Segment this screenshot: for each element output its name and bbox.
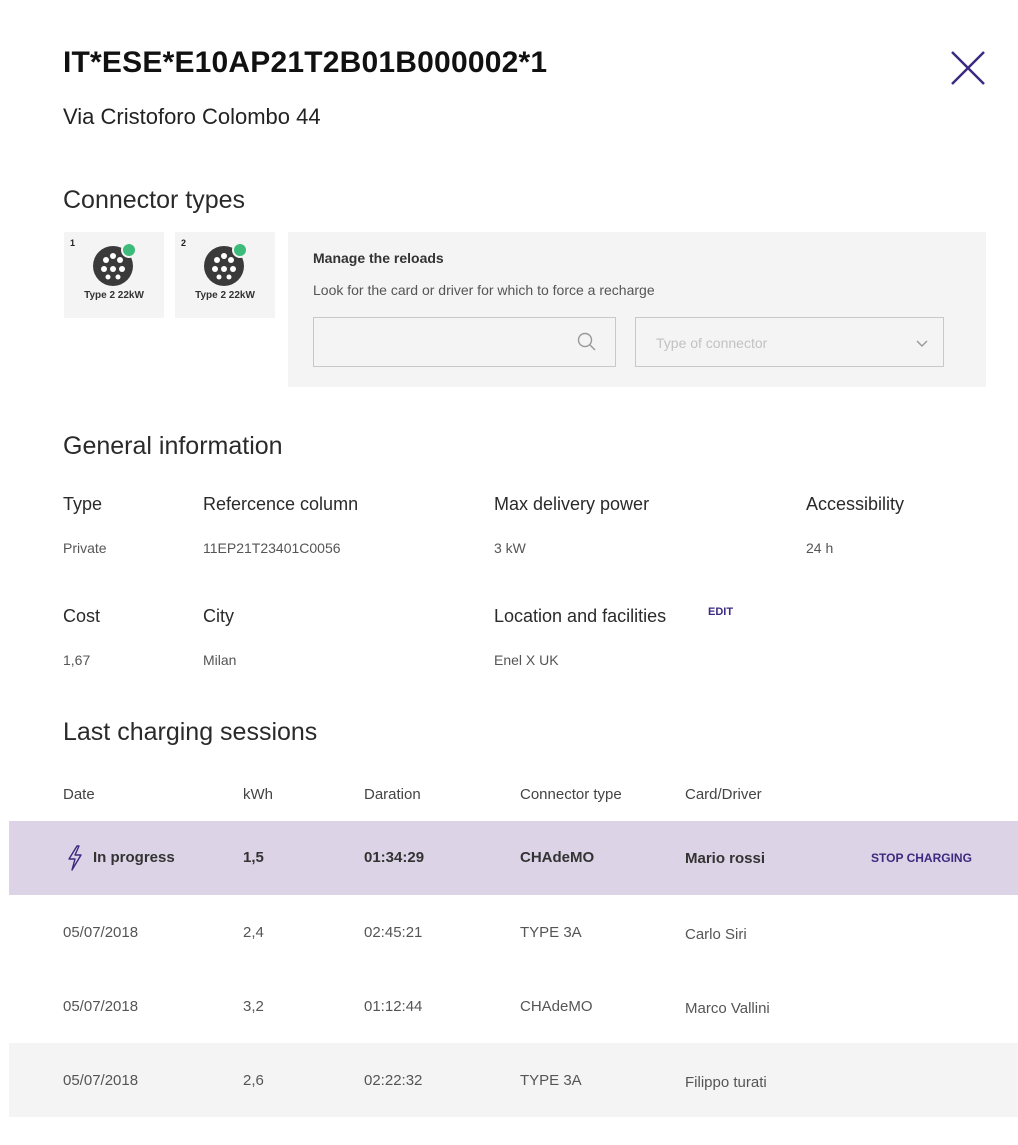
- session-driver: Marco Vallini: [685, 1000, 770, 1017]
- column-header-kwh: kWh: [243, 786, 273, 803]
- close-button[interactable]: [948, 48, 988, 88]
- session-duration: 02:22:32: [364, 1072, 423, 1089]
- type-value: Private: [63, 540, 107, 556]
- column-header-duration: Daration: [364, 786, 421, 803]
- session-row: 05/07/2018 3,2 01:12:44 CHAdeMO Marco Va…: [9, 969, 1018, 1043]
- session-row: 05/07/2018 2,4 02:45:21 TYPE 3A Carlo Si…: [9, 895, 1018, 969]
- charging-bolt-icon: [68, 845, 82, 871]
- charging-sessions-heading: Last charging sessions: [63, 718, 318, 746]
- session-connector: TYPE 3A: [520, 924, 582, 941]
- manage-reloads-title: Manage the reloads: [313, 250, 444, 266]
- connector-label: Type 2 22kW: [195, 290, 255, 301]
- session-kwh: 2,6: [243, 1072, 264, 1089]
- manage-reloads-description: Look for the card or driver for which to…: [313, 282, 655, 298]
- session-driver: Filippo turati: [685, 1074, 767, 1091]
- connector-card-1[interactable]: 1 Type 2 22kW: [64, 232, 164, 318]
- session-driver: Mario rossi: [685, 850, 766, 867]
- connector-label: Type 2 22kW: [84, 290, 144, 301]
- column-header-date: Date: [63, 786, 95, 803]
- session-duration: 01:34:29: [364, 849, 425, 866]
- connector-type-select[interactable]: Type of connector: [635, 317, 944, 367]
- session-status: In progress: [93, 849, 175, 866]
- session-duration: 02:45:21: [364, 924, 423, 941]
- search-icon: [577, 332, 596, 351]
- connector-types-heading: Connector types: [63, 186, 246, 214]
- type-label: Type: [63, 494, 103, 514]
- type2-plug-icon: [93, 242, 137, 286]
- session-connector: TYPE 3A: [520, 1072, 582, 1089]
- connector-type-placeholder: Type of connector: [656, 335, 768, 351]
- cost-value: 1,67: [63, 652, 91, 668]
- connector-number: 2: [181, 238, 187, 248]
- edit-location-button[interactable]: EDIT: [708, 606, 733, 618]
- session-duration: 01:12:44: [364, 998, 423, 1015]
- session-row-in-progress: In progress 1,5 01:34:29 CHAdeMO Mario r…: [9, 821, 1018, 895]
- session-kwh: 2,4: [243, 924, 264, 941]
- session-date: 05/07/2018: [63, 1072, 139, 1089]
- card-driver-search-input[interactable]: [313, 317, 616, 367]
- session-connector: CHAdeMO: [520, 998, 593, 1015]
- accessibility-value: 24 h: [806, 540, 834, 556]
- manage-reloads-panel: Manage the reloads Look for the card or …: [288, 232, 986, 387]
- close-icon: [951, 51, 985, 85]
- connector-number: 1: [70, 238, 76, 248]
- type2-plug-icon: [204, 242, 248, 286]
- station-address: Via Cristoforo Colombo 44: [63, 104, 321, 129]
- session-row: 05/07/2018 2,6 02:22:32 TYPE 3A Filippo …: [9, 1043, 1018, 1117]
- city-label: City: [203, 606, 234, 626]
- stop-charging-button[interactable]: STOP CHARGING: [871, 851, 972, 865]
- chevron-down-icon: [916, 340, 928, 347]
- session-date: 05/07/2018: [63, 998, 139, 1015]
- session-kwh: 3,2: [243, 998, 264, 1015]
- accessibility-label: Accessibility: [806, 494, 905, 514]
- column-header-card-driver: Card/Driver: [685, 786, 762, 803]
- session-driver: Carlo Siri: [685, 926, 747, 943]
- cost-label: Cost: [63, 606, 101, 626]
- reference-column-value: 11EP21T23401C0056: [203, 540, 341, 556]
- session-kwh: 1,5: [243, 849, 264, 866]
- max-power-label: Max delivery power: [494, 494, 650, 514]
- session-date: 05/07/2018: [63, 924, 139, 941]
- max-power-value: 3 kW: [494, 540, 526, 556]
- location-facilities-label: Location and facilities: [494, 606, 667, 626]
- reference-column-label: Refercence column: [203, 494, 359, 514]
- city-value: Milan: [203, 652, 237, 668]
- location-facilities-value: Enel X UK: [494, 652, 559, 668]
- general-info-heading: General information: [63, 432, 283, 460]
- station-id-title: IT*ESE*E10AP21T2B01B000002*1: [63, 46, 548, 79]
- session-connector: CHAdeMO: [520, 849, 595, 866]
- column-header-connector-type: Connector type: [520, 786, 622, 803]
- connector-card-2[interactable]: 2 Type 2 22kW: [175, 232, 275, 318]
